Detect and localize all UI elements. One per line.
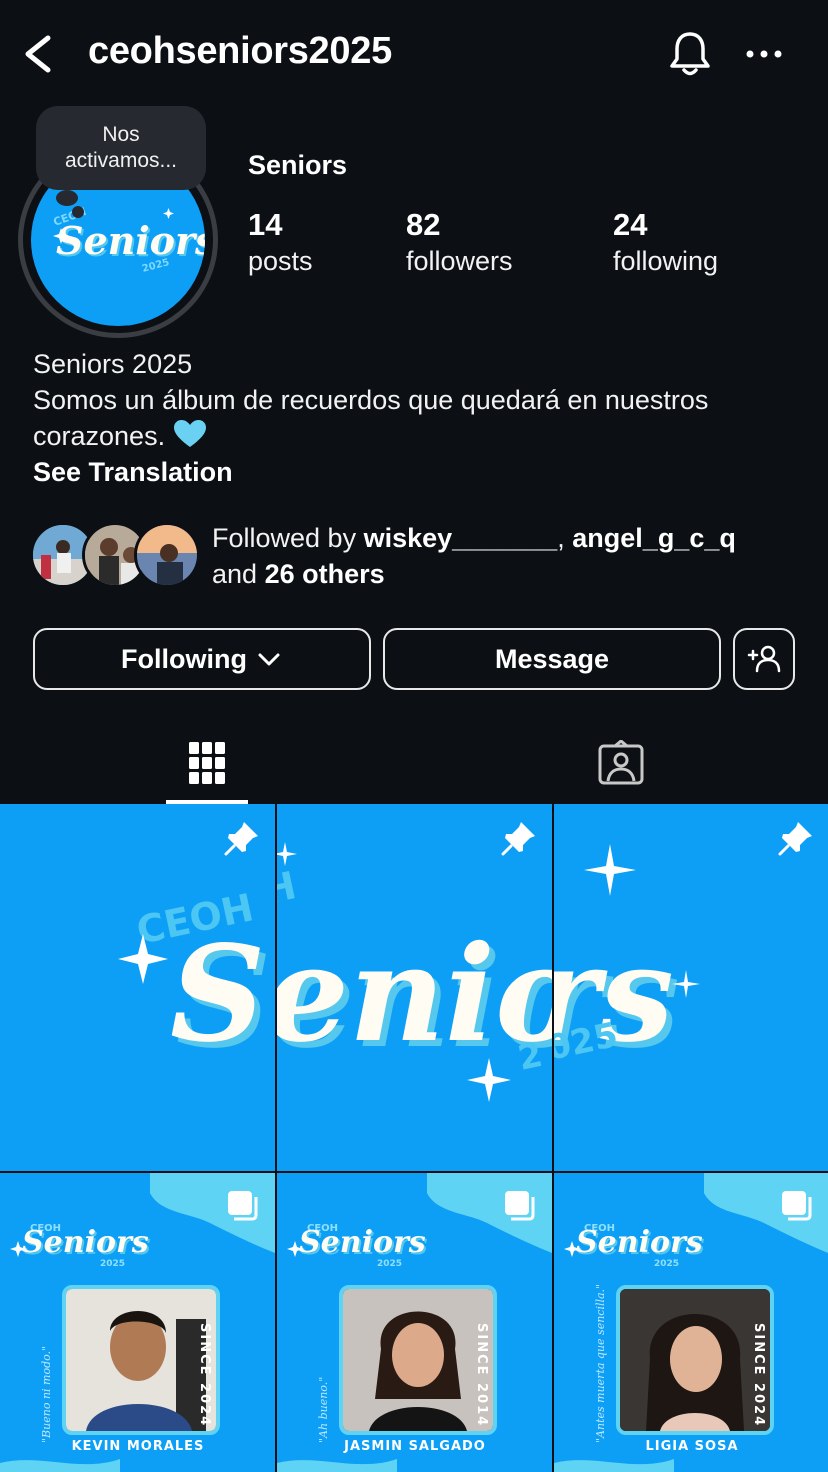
- profile-tabs: [0, 722, 828, 804]
- mutual-followers-others[interactable]: 26 others: [265, 559, 385, 589]
- pin-icon: [778, 822, 812, 856]
- card-student-name: KEVIN MORALES: [71, 1439, 205, 1454]
- followed-by-prefix: Followed by: [212, 523, 364, 553]
- post-pinned-1[interactable]: CEOH S S: [0, 804, 275, 1171]
- bio-line-2: Somos un álbum de recuerdos que quedará …: [33, 382, 803, 454]
- notifications-button[interactable]: [666, 28, 714, 80]
- card-quote: "Bueno ni modo.": [40, 1345, 53, 1443]
- carousel-icon: [505, 1191, 535, 1221]
- card-logo: Seniors: [299, 1225, 426, 1260]
- followers-stat[interactable]: 82 followers: [406, 206, 513, 278]
- bio-text: Somos un álbum de recuerdos que quedará …: [33, 385, 709, 451]
- note-bubble[interactable]: Nos activamos...: [36, 106, 206, 190]
- card-student-name: JASMIN SALGADO: [344, 1439, 486, 1454]
- mutual-follower-1[interactable]: wiskey_______: [364, 523, 558, 553]
- svg-text:Seniors: Seniors: [56, 218, 205, 263]
- bio-line-1: Seniors 2025: [33, 349, 193, 379]
- following-count: 24: [613, 207, 648, 242]
- more-horizontal-icon: [746, 50, 782, 58]
- note-bubble-tail-small: [72, 206, 84, 218]
- following-label: following: [613, 246, 719, 276]
- card-year: 2025: [654, 1259, 680, 1269]
- post-pinned-2[interactable]: enio enio H 2: [277, 804, 552, 1171]
- message-button[interactable]: Message: [383, 628, 721, 690]
- card-quote: "Antes muerta que sencilla.": [594, 1283, 607, 1443]
- following-stat[interactable]: 24 following: [613, 206, 718, 278]
- svg-text:H: H: [277, 863, 300, 913]
- card-student-name: LIGIA SOSA: [645, 1439, 739, 1454]
- profile-username: ceohseniors2025: [88, 30, 392, 72]
- see-translation-link[interactable]: See Translation: [33, 454, 803, 490]
- card-year: 2025: [100, 1259, 126, 1269]
- carousel-icon: [782, 1191, 812, 1221]
- light-blue-heart-icon: [173, 420, 206, 447]
- more-options-button[interactable]: [742, 36, 786, 72]
- card-since: SINCE 2014: [474, 1323, 489, 1428]
- tab-tagged[interactable]: [580, 722, 662, 804]
- post-card-1[interactable]: CEOH Seniors 2025 SINCE 2024 "Bueno ni m…: [0, 1173, 275, 1472]
- followed-by-row[interactable]: Followed by wiskey_______, angel_g_c_q a…: [30, 520, 810, 592]
- message-button-label: Message: [494, 643, 610, 674]
- followers-count: 82: [406, 207, 441, 242]
- card-year: 2025: [377, 1259, 403, 1269]
- svg-text:enio: enio: [277, 917, 552, 1072]
- card-quote: "Ah bueno.": [317, 1376, 330, 1443]
- followers-label: followers: [406, 246, 513, 276]
- suggested-users-button[interactable]: [733, 628, 795, 690]
- note-text: Nos activamos...: [64, 123, 178, 172]
- note-bubble-tail: [56, 190, 78, 206]
- banner-part-2: enio enio H 2: [277, 842, 552, 1102]
- followed-by-separator: ,: [557, 523, 573, 553]
- posts-grid: CEOH S S enio enio H 2 rs rs 025: [0, 804, 828, 1472]
- followed-by-text: Followed by wiskey_______, angel_g_c_q a…: [212, 520, 812, 592]
- mutual-follower-2[interactable]: angel_g_c_q: [572, 523, 736, 553]
- follower-avatar-3: [134, 522, 200, 588]
- grid-icon: [189, 742, 225, 784]
- tab-posts-grid[interactable]: [166, 722, 248, 804]
- card-since: SINCE 2024: [751, 1323, 766, 1428]
- posts-label: posts: [248, 246, 313, 276]
- card-since: SINCE 2024: [197, 1323, 212, 1428]
- banner-part-3: rs rs 025: [554, 844, 700, 1078]
- following-button[interactable]: Following: [33, 628, 371, 690]
- chevron-down-icon: [258, 653, 280, 666]
- post-card-3[interactable]: CEOH Seniors 2025 SINCE 2024 "Antes muer…: [554, 1173, 828, 1472]
- banner-part-1: CEOH S S: [118, 885, 271, 1078]
- top-bar: ceohseniors2025: [0, 0, 828, 108]
- card-logo: Seniors: [22, 1225, 149, 1260]
- bell-icon: [670, 32, 710, 76]
- post-card-2[interactable]: CEOH Seniors 2025 SINCE 2014 "Ah bueno."…: [277, 1173, 552, 1472]
- carousel-icon: [228, 1191, 258, 1221]
- following-button-label: Following: [121, 643, 247, 674]
- add-person-icon: [747, 645, 781, 673]
- pin-icon: [224, 822, 258, 856]
- svg-text:S: S: [170, 917, 265, 1072]
- card-logo: Seniors: [576, 1225, 703, 1260]
- back-button[interactable]: [18, 30, 62, 78]
- posts-count: 14: [248, 207, 283, 242]
- tagged-person-icon: [598, 740, 644, 785]
- pin-icon: [501, 822, 535, 856]
- chevron-left-icon: [25, 35, 51, 73]
- profile-bio: Seniors 2025 Somos un álbum de recuerdos…: [33, 346, 803, 490]
- post-pinned-3[interactable]: rs rs 025: [554, 804, 828, 1171]
- followed-by-and: and: [212, 559, 265, 589]
- display-name: Seniors: [248, 150, 348, 180]
- posts-stat[interactable]: 14 posts: [248, 206, 313, 278]
